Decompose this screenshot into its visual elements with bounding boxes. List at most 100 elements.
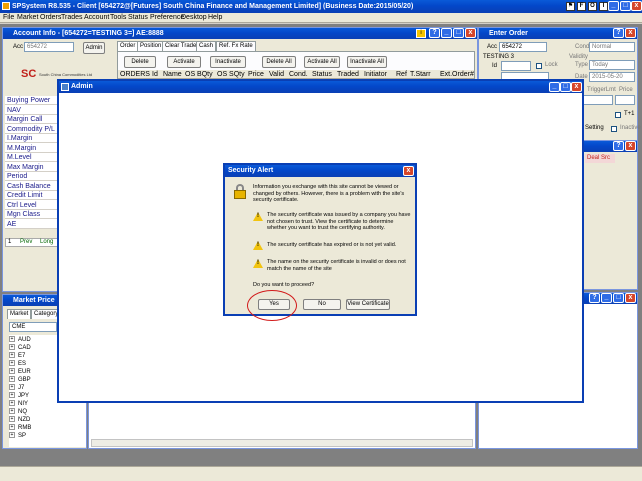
activate-button[interactable]: Activate xyxy=(167,56,201,68)
menu-desktop[interactable]: Desktop xyxy=(181,14,207,21)
acc-select[interactable]: 654272 xyxy=(24,42,74,52)
tab-cash[interactable]: Cash xyxy=(196,41,217,51)
enter-order-title: Enter Order xyxy=(489,30,528,37)
menu-preference[interactable]: Preference xyxy=(150,14,184,21)
toolbar-f-button[interactable]: F xyxy=(577,2,586,11)
menu-trades[interactable]: Trades xyxy=(61,14,83,21)
activate-all-button[interactable]: Activate All xyxy=(304,56,340,68)
col-name[interactable]: Name xyxy=(163,71,182,78)
menu-orders[interactable]: Orders xyxy=(40,14,61,21)
close-icon[interactable]: x xyxy=(403,166,414,176)
list-item-cash-balance: Cash Balance xyxy=(5,181,62,191)
exchange-select[interactable]: CME xyxy=(9,322,57,332)
admin-button[interactable]: Admin xyxy=(83,42,105,54)
minimize-icon[interactable]: _ xyxy=(601,293,612,303)
order-id-field[interactable] xyxy=(501,61,531,71)
tree-item-jpy[interactable]: + JPY xyxy=(9,392,29,400)
tree-item-nzd[interactable]: + NZD xyxy=(9,416,30,424)
help-icon[interactable]: ? xyxy=(613,141,624,151)
delete-all-button[interactable]: Delete All xyxy=(262,56,296,68)
maximize-icon[interactable]: □ xyxy=(620,1,631,11)
close-icon[interactable]: x xyxy=(571,82,582,92)
tab-ref-fx-rate[interactable]: Ref. Fx Rate xyxy=(216,41,256,51)
menu-market[interactable]: Market xyxy=(17,14,38,21)
tab-position[interactable]: Position xyxy=(137,41,165,51)
maximize-icon[interactable]: □ xyxy=(613,293,624,303)
tab-market[interactable]: Market xyxy=(7,309,32,319)
date-field[interactable]: 2015-05-20 xyxy=(589,72,635,82)
tree-item-sp[interactable]: + SP xyxy=(9,432,26,440)
security-alert-title-bar: Security Alert xyxy=(225,165,415,177)
close-icon[interactable]: x xyxy=(625,293,636,303)
col-ext-order[interactable]: Ext.Order# xyxy=(440,71,474,78)
tab-clear-trade[interactable]: Clear Trade xyxy=(162,41,200,51)
price-field[interactable] xyxy=(615,95,635,105)
close-icon[interactable]: x xyxy=(625,28,636,38)
tree-item-j7[interactable]: + J7 xyxy=(9,384,24,392)
tab-order[interactable]: Order xyxy=(117,41,139,51)
account-info-title-bar: Account Info - [654272=TESTING 3=] AE:88… xyxy=(3,28,477,39)
minimize-icon[interactable]: _ xyxy=(549,82,560,92)
menu-tools[interactable]: Tools xyxy=(110,14,126,21)
setting-label[interactable]: Setting xyxy=(585,125,604,131)
col-ref[interactable]: Ref xyxy=(396,71,407,78)
col-status[interactable]: Status xyxy=(312,71,332,78)
order-acc-label: Acc xyxy=(487,44,498,50)
menu-status[interactable]: Status xyxy=(128,14,148,21)
col-price[interactable]: Price xyxy=(248,71,264,78)
close-icon[interactable]: x xyxy=(631,1,642,11)
cond-select[interactable]: Normal xyxy=(589,42,635,52)
col-traded[interactable]: Traded xyxy=(337,71,359,78)
tree-item-aud[interactable]: + AUD xyxy=(9,336,31,344)
view-certificate-button[interactable]: View Certificate xyxy=(346,299,390,310)
toolbar-i-button[interactable]: I xyxy=(599,2,608,11)
tree-item-cad[interactable]: + CAD xyxy=(9,344,31,352)
toolbar-flag-icon[interactable]: ⚑ xyxy=(566,2,575,11)
col-initiator[interactable]: Initiator xyxy=(364,71,387,78)
close-icon[interactable]: x xyxy=(625,141,636,151)
tplus1-label: T+1 xyxy=(624,111,635,117)
trigger-field[interactable] xyxy=(583,95,613,105)
col-os-bqty[interactable]: OS BQty xyxy=(185,71,213,78)
menu-help[interactable]: Help xyxy=(208,14,222,21)
inactivate-all-button[interactable]: Inactivate All xyxy=(347,56,387,68)
inactive-checkbox[interactable] xyxy=(611,126,617,132)
tree-item-es[interactable]: + ES xyxy=(9,360,26,368)
horizontal-scrollbar[interactable] xyxy=(91,439,473,447)
delete-button[interactable]: Delete xyxy=(124,56,156,68)
order-acc-select[interactable]: 654272 xyxy=(499,42,547,52)
menu-account[interactable]: Account xyxy=(84,14,109,21)
tree-item-gbp[interactable]: + GBP xyxy=(9,376,31,384)
tree-item-eur[interactable]: + EUR xyxy=(9,368,31,376)
tree-item-niy[interactable]: + NIY xyxy=(9,400,28,408)
tree-item-rmb[interactable]: + RMB xyxy=(9,424,31,432)
col-orders[interactable]: ORDERS xyxy=(120,71,150,78)
lock-icon[interactable]: i xyxy=(416,29,426,38)
no-button[interactable]: No xyxy=(303,299,341,310)
maximize-icon[interactable]: □ xyxy=(560,82,571,92)
security-alert-intro: Information you exchange with this site … xyxy=(253,184,405,203)
col-t-starr[interactable]: T.Starr xyxy=(410,71,431,78)
col-os-sqty[interactable]: OS SQty xyxy=(217,71,245,78)
col-id[interactable]: Id xyxy=(152,71,158,78)
col-cond[interactable]: Cond. xyxy=(289,71,308,78)
close-icon[interactable]: x xyxy=(465,28,476,38)
warning-icon: ! xyxy=(253,259,263,268)
order-id-label: Id xyxy=(492,63,498,69)
list-item-nav: NAV xyxy=(5,105,62,115)
menu-file[interactable]: File xyxy=(3,14,14,21)
minimize-icon[interactable]: _ xyxy=(608,1,619,11)
type-select[interactable]: Today xyxy=(589,60,635,70)
help-icon[interactable]: ? xyxy=(429,28,440,38)
tree-item-e7[interactable]: + E7 xyxy=(9,352,25,360)
tplus1-checkbox[interactable] xyxy=(615,112,621,118)
lock-checkbox[interactable] xyxy=(536,63,542,69)
help-icon[interactable]: ? xyxy=(613,28,624,38)
help-icon[interactable]: ? xyxy=(589,293,600,303)
minimize-icon[interactable]: _ xyxy=(441,28,452,38)
inactivate-button[interactable]: Inactivate xyxy=(210,56,246,68)
tree-item-nq[interactable]: + NQ xyxy=(9,408,27,416)
maximize-icon[interactable]: □ xyxy=(453,28,464,38)
col-valid[interactable]: Valid xyxy=(269,71,284,78)
toolbar-o-button[interactable]: O xyxy=(588,2,597,11)
